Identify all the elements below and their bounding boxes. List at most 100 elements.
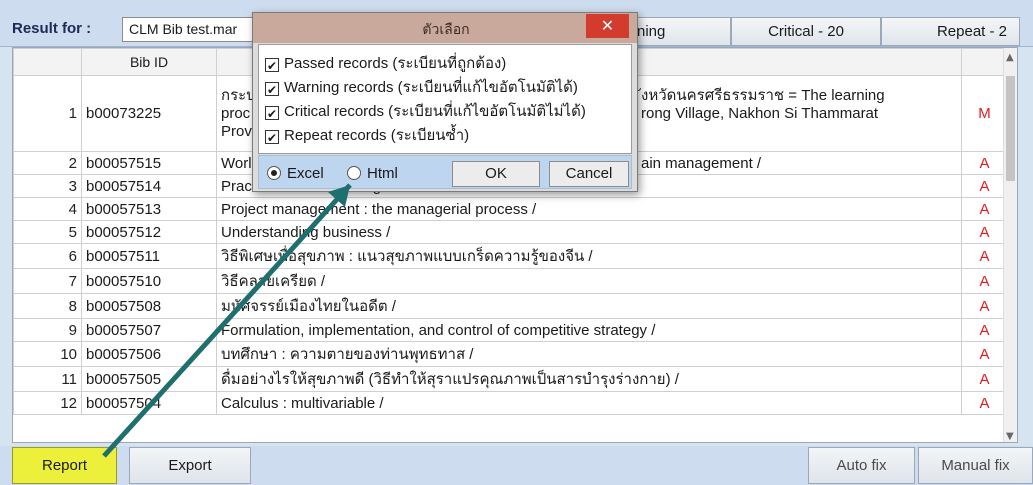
status-code-cell: A [961,220,1008,244]
bib-id-cell[interactable]: b00057512 [81,220,217,244]
bib-id-cell[interactable]: b00073225 [81,75,217,152]
option-warning[interactable]: ✔ Warning records (ระเบียนที่แก้ไขอัตโนมั… [265,75,578,97]
row-index: 4 [13,197,82,221]
ok-button[interactable]: OK [452,161,540,187]
bib-id-cell[interactable]: b00057506 [81,341,217,367]
table-row[interactable]: 10 b00057506 บทศึกษา : ความตายของท่านพุทธท… [13,341,1008,367]
result-label: Result for : [12,20,92,37]
checkbox-checked-icon[interactable]: ✔ [265,82,279,97]
status-code-cell: A [961,318,1008,342]
checkbox-checked-icon[interactable]: ✔ [265,58,279,73]
scrollbar-thumb[interactable] [1006,76,1015,181]
row-index: 8 [13,293,82,319]
table-row[interactable]: 5 b00057512 Understanding business / A [13,220,1008,244]
row-index: 7 [13,268,82,294]
radio-unselected-icon[interactable] [347,166,361,180]
status-code-cell: A [961,293,1008,319]
bib-id-cell[interactable]: b00057504 [81,391,217,415]
row-index: 10 [13,341,82,367]
bib-id-cell[interactable]: b00057508 [81,293,217,319]
title-cell[interactable]: Formulation, implementation, and control… [216,318,962,342]
status-code-cell: A [961,197,1008,221]
cancel-button[interactable]: Cancel [549,161,629,187]
tab-warning[interactable]: ning [636,17,731,46]
checkbox-checked-icon[interactable]: ✔ [265,106,279,121]
table-row[interactable]: 6 b00057511 วิธีพิเศษเพื่อสุขภาพ : แนวสุขภ… [13,243,1008,269]
title-cell[interactable]: Project management : the managerial proc… [216,197,962,221]
option-label: Repeat records (ระเบียนซ้ำ) [284,127,470,144]
tab-repeat[interactable]: Repeat - 2 [881,17,1020,46]
row-index: 2 [13,151,82,175]
table-row[interactable]: 8 b00057508 มหัศจรรย์เมืองไทยในอดีต / A [13,293,1008,319]
scroll-up-icon[interactable]: ▲ [1006,52,1014,63]
title-fragment: ain management / [641,154,762,172]
dialog-footer: Excel Html OK Cancel [258,155,632,189]
status-code-cell: A [961,391,1008,415]
title-cell[interactable]: วิธีคลายเครียด / [216,268,962,294]
title-cell[interactable]: บทศึกษา : ความตายของท่านพุทธทาส / [216,341,962,367]
auto-fix-button[interactable]: Auto fix [808,447,915,484]
status-code-cell: A [961,243,1008,269]
option-repeat[interactable]: ✔ Repeat records (ระเบียนซ้ำ) [265,123,469,145]
bib-id-cell[interactable]: b00057507 [81,318,217,342]
status-code-cell: A [961,366,1008,392]
title-fragment: ังหวัดนครศรีธรรมราช = The learning [641,86,885,104]
export-button[interactable]: Export [129,447,251,484]
status-code-cell: A [961,268,1008,294]
title-cell[interactable]: วิธีพิเศษเพื่อสุขภาพ : แนวสุขภาพแบบเกร็ด… [216,243,962,269]
title-fragment: Worl [221,154,252,172]
format-excel-radio[interactable]: Excel [267,165,324,182]
radio-label: Excel [287,165,324,182]
table-row[interactable]: 11 b00057505 ดื่มอย่างไรให้สุขภาพดี (วิธีท… [13,366,1008,392]
table-row[interactable]: 7 b00057510 วิธีคลายเครียด / A [13,268,1008,294]
title-cell[interactable]: มหัศจรรย์เมืองไทยในอดีต / [216,293,962,319]
status-code-cell: A [961,151,1008,175]
table-row[interactable]: 9 b00057507 Formulation, implementation, a… [13,318,1008,342]
row-index: 12 [13,391,82,415]
radio-label: Html [367,165,398,182]
checkbox-checked-icon[interactable]: ✔ [265,130,279,145]
bib-id-cell[interactable]: b00057511 [81,243,217,269]
tab-critical[interactable]: Critical - 20 [731,17,881,46]
radio-selected-icon[interactable] [267,166,281,180]
table-row[interactable]: 12 b00057504 Calculus : multivariable / A [13,391,1008,415]
status-code-cell: A [961,174,1008,198]
row-index: 6 [13,243,82,269]
result-file-field[interactable]: CLM Bib test.mar [122,17,262,42]
title-cell[interactable]: Calculus : multivariable / [216,391,962,415]
row-index: 3 [13,174,82,198]
close-icon[interactable]: ✕ [586,14,629,38]
bib-id-cell[interactable]: b00057515 [81,151,217,175]
manual-fix-button[interactable]: Manual fix [918,447,1033,484]
title-cell[interactable]: ดื่มอย่างไรให้สุขภาพดี (วิธีทำให้สุราแปร… [216,366,962,392]
bib-id-cell[interactable]: b00057510 [81,268,217,294]
dialog-title: ตัวเลือก [422,22,470,38]
title-cell[interactable]: Understanding business / [216,220,962,244]
bottom-toolbar: Report Export Auto fix Manual fix [0,446,1033,485]
row-index: 5 [13,220,82,244]
format-html-radio[interactable]: Html [347,165,398,182]
scroll-down-icon[interactable]: ▼ [1006,431,1014,442]
options-list: ✔ Passed records (ระเบียนที่ถูกต้อง) ✔ War… [258,44,632,154]
status-code-cell: A [961,341,1008,367]
option-label: Passed records (ระเบียนที่ถูกต้อง) [284,55,507,72]
option-label: Critical records (ระเบียนที่แก้ไขอัตโนมั… [284,103,586,120]
option-label: Warning records (ระเบียนที่แก้ไขอัตโนมัต… [284,79,578,96]
options-dialog: ตัวเลือก ✕ ✔ Passed records (ระเบียนที่ถู… [252,12,638,192]
row-index: 11 [13,366,82,392]
header-code [961,48,1008,76]
bib-id-cell[interactable]: b00057514 [81,174,217,198]
vertical-scrollbar[interactable]: ▲ ▼ [1003,48,1017,442]
header-index [13,48,82,76]
bib-id-cell[interactable]: b00057513 [81,197,217,221]
bib-id-cell[interactable]: b00057505 [81,366,217,392]
report-button[interactable]: Report [12,447,117,484]
dialog-titlebar[interactable]: ตัวเลือก ✕ [253,13,637,43]
row-index: 9 [13,318,82,342]
status-code-cell: M [961,75,1008,152]
title-fragment: rong Village, Nakhon Si Thammarat [641,104,879,122]
option-passed[interactable]: ✔ Passed records (ระเบียนที่ถูกต้อง) [265,51,506,73]
table-row[interactable]: 4 b00057513 Project management : the manag… [13,197,1008,221]
option-critical[interactable]: ✔ Critical records (ระเบียนที่แก้ไขอัตโนม… [265,99,586,121]
row-index: 1 [13,75,82,152]
